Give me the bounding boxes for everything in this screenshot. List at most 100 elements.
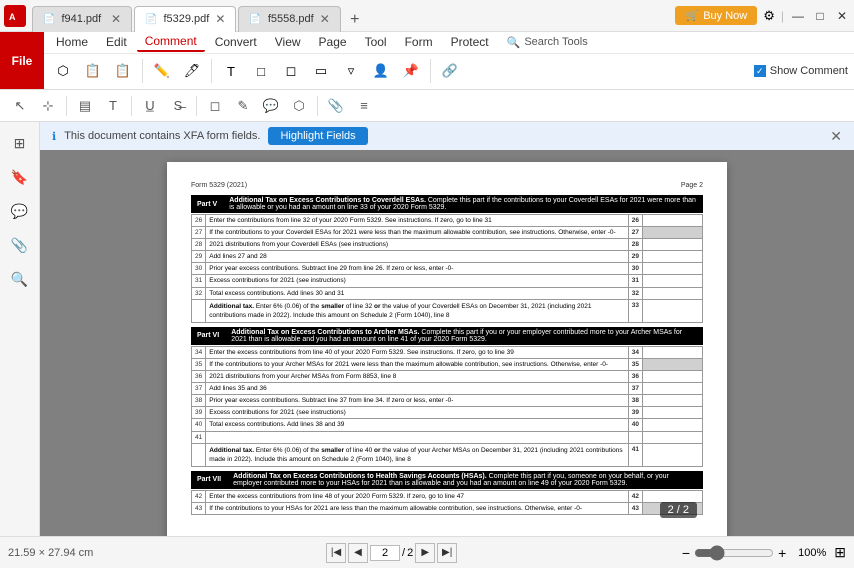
toolbar-btn-13[interactable]: 🔗: [437, 60, 463, 82]
title-bar-left: A 📄 f941.pdf ✕ 📄 f5329.pdf ✕ 📄 f5558.pdf…: [4, 0, 367, 32]
page-total: 2: [407, 547, 413, 559]
ct-highlight-btn[interactable]: ▤: [73, 94, 97, 118]
table-row: 40 Total excess contributions. Add lines…: [192, 419, 703, 431]
table-row: 30 Prior year excess contributions. Subt…: [192, 263, 703, 275]
table-row: 35 If the contributions to your Archer M…: [192, 358, 703, 370]
zoom-slider[interactable]: [694, 545, 774, 561]
tab-close-f5329[interactable]: ✕: [215, 12, 225, 26]
main-area: ⊞ 🔖 💬 📎 🔍 ℹ This document contains XFA f…: [0, 122, 854, 536]
form-label: Form 5329 (2021): [191, 182, 247, 189]
ct-line-btn[interactable]: ✎: [231, 94, 255, 118]
part-vii-desc: Additional Tax on Excess Contributions t…: [227, 471, 703, 489]
page-input[interactable]: [370, 545, 400, 561]
toolbar-btn-2[interactable]: 📋: [80, 60, 106, 82]
toolbar-btn-10[interactable]: ▿: [338, 60, 364, 82]
toolbar-btn-9[interactable]: ▭: [308, 60, 334, 82]
tab-f5558[interactable]: 📄 f5558.pdf ✕: [238, 6, 340, 32]
menu-tool[interactable]: Tool: [357, 33, 395, 51]
zoom-out-icon[interactable]: −: [682, 545, 690, 561]
sep-1: [142, 59, 143, 83]
pdf-icon-f5558: 📄: [249, 14, 261, 25]
page-badge: 2 / 2: [660, 502, 697, 518]
icon-3: 📋: [114, 62, 132, 80]
prev-page-button[interactable]: ◀: [348, 543, 368, 563]
ct-select-btn[interactable]: ↖: [8, 94, 32, 118]
ribbon: File Home Edit Comment Convert View Page…: [0, 32, 854, 90]
grid-view-icon[interactable]: ⊞: [834, 544, 846, 561]
menu-page[interactable]: Page: [311, 33, 355, 51]
sidebar-icon-attachment[interactable]: 📎: [5, 230, 35, 260]
add-tab-button[interactable]: +: [343, 8, 367, 32]
menu-edit[interactable]: Edit: [98, 33, 135, 51]
icon-1: ⬡: [54, 62, 72, 80]
table-row: 41: [192, 431, 703, 443]
toolbar-btn-11[interactable]: 👤: [368, 60, 394, 82]
first-page-button[interactable]: |◀: [326, 543, 346, 563]
toolbar-btn-12[interactable]: 📌: [398, 60, 424, 82]
left-sidebar: ⊞ 🔖 💬 📎 🔍: [0, 122, 40, 536]
ct-cursor-btn[interactable]: ⊹: [36, 94, 60, 118]
icon-12: 📌: [402, 62, 420, 80]
tab-label-f5558: f5558.pdf: [268, 13, 314, 25]
xfa-close-button[interactable]: ✕: [830, 128, 842, 145]
minimize-button[interactable]: —: [790, 8, 806, 24]
zoom-in-icon[interactable]: +: [778, 545, 786, 561]
separator-icon: |: [781, 9, 784, 23]
tab-f5329[interactable]: 📄 f5329.pdf ✕: [134, 6, 236, 32]
pdf-scroll[interactable]: Form 5329 (2021) Page 2 Part V Additiona…: [40, 150, 854, 536]
ct-more-btn[interactable]: ≡: [352, 94, 376, 118]
settings-icon[interactable]: ⚙: [763, 8, 775, 24]
table-row: 27 If the contributions to your Coverdel…: [192, 227, 703, 239]
menu-form[interactable]: Form: [397, 33, 441, 51]
xfa-message: This document contains XFA form fields.: [64, 130, 260, 142]
menu-protect[interactable]: Protect: [443, 33, 497, 51]
tab-close-f941[interactable]: ✕: [111, 12, 121, 26]
buy-now-button[interactable]: 🛒 Buy Now: [675, 6, 757, 25]
ct-underline-btn[interactable]: U̲: [138, 94, 162, 118]
icon-11: 👤: [372, 62, 390, 80]
comment-toolbar: ↖ ⊹ ▤ T U̲ S̶ ◻ ✎ 💬 ⬡ 📎 ≡: [0, 90, 854, 122]
menu-home[interactable]: Home: [48, 33, 96, 51]
ct-callout-btn[interactable]: 💬: [259, 94, 283, 118]
ct-strikethrough-btn[interactable]: S̶: [166, 94, 190, 118]
show-comment-checkbox[interactable]: ✓: [754, 65, 766, 77]
highlight-fields-button[interactable]: Highlight Fields: [268, 127, 367, 145]
file-button[interactable]: File: [0, 32, 44, 89]
next-page-button[interactable]: ▶: [415, 543, 435, 563]
ct-attach-btn[interactable]: 📎: [324, 94, 348, 118]
sidebar-icon-search[interactable]: 🔍: [5, 264, 35, 294]
close-button[interactable]: ✕: [834, 8, 850, 24]
ct-stamp-btn[interactable]: ⬡: [287, 94, 311, 118]
xfa-banner: ℹ This document contains XFA form fields…: [40, 122, 854, 150]
part-vi-label: Part VI: [191, 327, 225, 345]
menu-comment[interactable]: Comment: [137, 32, 205, 52]
menu-convert[interactable]: Convert: [207, 33, 265, 51]
search-tools[interactable]: 🔍 Search Tools: [507, 36, 588, 49]
table-row: 43 If the contributions to your HSAs for…: [192, 502, 703, 514]
sidebar-icon-pages[interactable]: ⊞: [5, 128, 35, 158]
toolbar-btn-6[interactable]: T: [218, 60, 244, 82]
toolbar-btn-5[interactable]: 🖊: [179, 60, 205, 82]
part-vii-label: Part VII: [191, 471, 227, 489]
page-number: Page 2: [681, 182, 703, 189]
last-page-button[interactable]: ▶|: [437, 543, 457, 563]
ct-sep-4: [317, 96, 318, 116]
toolbar-btn-8[interactable]: ◻: [278, 60, 304, 82]
toolbar-btn-4[interactable]: ✏️: [149, 60, 175, 82]
toolbar-btn-7[interactable]: □: [248, 60, 274, 82]
ct-shape-btn[interactable]: ◻: [203, 94, 227, 118]
tab-f941[interactable]: 📄 f941.pdf ✕: [32, 6, 132, 32]
info-icon: ℹ: [52, 130, 56, 143]
tab-close-f5558[interactable]: ✕: [320, 12, 330, 26]
sidebar-icon-comment[interactable]: 💬: [5, 196, 35, 226]
sidebar-icon-bookmark[interactable]: 🔖: [5, 162, 35, 192]
toolbar-btn-1[interactable]: ⬡: [50, 60, 76, 82]
search-icon: 🔍: [507, 36, 521, 49]
menu-view[interactable]: View: [267, 33, 309, 51]
sep-2: [211, 59, 212, 83]
icon-7: □: [252, 62, 270, 80]
maximize-button[interactable]: □: [812, 8, 828, 24]
ct-text-btn[interactable]: T: [101, 94, 125, 118]
toolbar-btn-3[interactable]: 📋: [110, 60, 136, 82]
show-comment-label: Show Comment: [770, 65, 848, 77]
